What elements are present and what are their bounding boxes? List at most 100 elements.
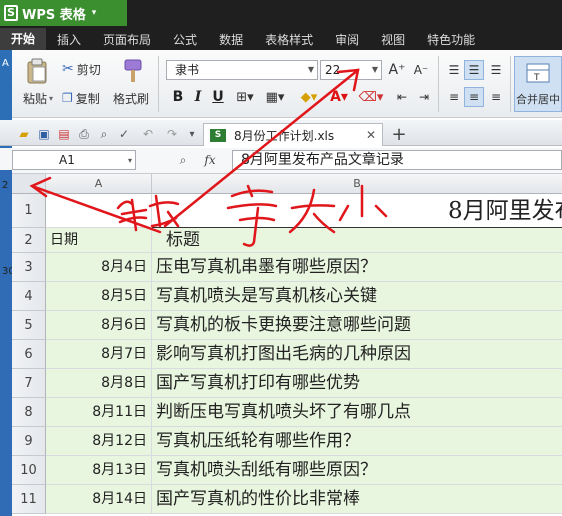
tab-page-layout[interactable]: 页面布局 (92, 31, 162, 48)
decrease-indent-button[interactable]: ⇤ (392, 87, 412, 107)
cell-date[interactable]: 8月7日 (46, 340, 152, 369)
cut-button[interactable]: ✂ 剪切 (62, 60, 101, 78)
cell-date[interactable]: 8月5日 (46, 282, 152, 311)
cell-date[interactable]: 8月11日 (46, 398, 152, 427)
underline-button[interactable]: U (208, 87, 228, 107)
tab-data[interactable]: 数据 (208, 31, 254, 48)
row-header[interactable]: 10 (12, 456, 46, 485)
row-header[interactable]: 8 (12, 398, 46, 427)
print-preview-icon[interactable]: ⌕ (96, 126, 112, 142)
close-icon[interactable]: ✕ (366, 128, 376, 142)
cell-title[interactable]: 压电写真机串墨有哪些原因？ (152, 253, 562, 282)
borders-button[interactable]: ⊞▾ (232, 87, 258, 107)
copy-label: 复制 (75, 91, 100, 106)
clear-format-button[interactable]: ⌫▾ (358, 87, 384, 107)
row-header[interactable]: 7 (12, 369, 46, 398)
cell-title[interactable]: 判断压电写真机喷头坏了有哪几点 (152, 398, 562, 427)
column-header-b[interactable]: B (152, 174, 562, 194)
zoom-icon[interactable]: ⌕ (174, 151, 192, 169)
cell-title[interactable]: 写真机的板卡更换要注意哪些问题 (152, 311, 562, 340)
wps-logo-icon: S (4, 5, 18, 21)
formula-input[interactable]: 8月阿里发布产品文章记录 (232, 150, 562, 170)
align-center-button[interactable]: ≡ (464, 87, 484, 107)
row-header[interactable]: 1 (12, 194, 46, 228)
align-top-button[interactable]: ☰ (444, 60, 464, 80)
header-cell-title[interactable]: 标题 (152, 228, 562, 253)
row-header[interactable]: 5 (12, 311, 46, 340)
app-menu-button[interactable]: S WPS 表格 ▾ (0, 0, 127, 26)
tab-special[interactable]: 特色功能 (416, 31, 486, 48)
italic-button[interactable]: I (188, 87, 208, 107)
increase-indent-button[interactable]: ⇥ (414, 87, 434, 107)
cell-title[interactable]: 写真机喷头刮纸有哪些原因？ (152, 456, 562, 485)
export-pdf-icon[interactable]: ▤ (56, 126, 72, 142)
cell-title[interactable]: 国产写真机的性价比非常棒 (152, 485, 562, 514)
font-name-select[interactable]: 隶书 ▼ (166, 60, 318, 80)
copy-button[interactable]: ❐ 复制 (62, 89, 100, 107)
cell-date[interactable]: 8月8日 (46, 369, 152, 398)
eraser-icon: ⌫▾ (358, 89, 384, 105)
tab-insert[interactable]: 插入 (46, 31, 92, 48)
table-style-icon: ▦▾ (265, 89, 285, 105)
increase-font-button[interactable]: A⁺ (388, 60, 406, 80)
cell-date[interactable]: 8月6日 (46, 311, 152, 340)
cell-date[interactable]: 8月4日 (46, 253, 152, 282)
cell-date[interactable]: 8月12日 (46, 427, 152, 456)
cell-date[interactable]: 8月13日 (46, 456, 152, 485)
cell-title[interactable]: 写真机喷头是写真机核心关键 (152, 282, 562, 311)
column-header-a[interactable]: A (46, 174, 152, 194)
chevron-down-icon: ▾ (127, 156, 132, 165)
font-name-value: 隶书 (175, 63, 200, 77)
font-size-select[interactable]: 22 ▼ (320, 60, 382, 80)
tab-table-styles[interactable]: 表格样式 (254, 31, 324, 48)
plus-icon: + (391, 123, 407, 145)
cell-date[interactable] (46, 194, 152, 228)
print-icon[interactable]: ⎙ (76, 126, 92, 142)
cell-title[interactable]: 影响写真机打图出毛病的几种原因 (152, 340, 562, 369)
customize-icon[interactable]: ▾ (186, 126, 198, 142)
redo-icon[interactable]: ↷ (164, 126, 180, 142)
align-right-button[interactable]: ≡ (486, 87, 506, 107)
spellcheck-icon[interactable]: ✓ (116, 126, 132, 142)
format-painter-button[interactable] (116, 56, 150, 86)
name-box-value: A1 (59, 153, 75, 167)
row-header[interactable]: 11 (12, 485, 46, 514)
open-icon[interactable]: ▰ (16, 126, 32, 142)
file-tab[interactable]: S 8月份工作计划.xls ✕ (203, 123, 383, 146)
row-header[interactable]: 3 (12, 253, 46, 282)
cell-title[interactable]: 写真机压纸轮有哪些作用？ (152, 427, 562, 456)
bold-button[interactable]: B (168, 87, 188, 107)
spreadsheet-file-icon: S (210, 128, 226, 142)
cell-title[interactable]: 国产写真机打印有哪些优势 (152, 369, 562, 398)
merge-center-button[interactable]: T 合并居中 (514, 56, 562, 112)
function-button[interactable]: fx (200, 151, 220, 169)
file-tab-label: 8月份工作计划.xls (234, 128, 335, 143)
align-bottom-button[interactable]: ☰ (486, 60, 506, 80)
tab-view[interactable]: 视图 (370, 31, 416, 48)
desktop-strip (0, 170, 12, 516)
row-header[interactable]: 2 (12, 228, 46, 253)
row-header[interactable]: 9 (12, 427, 46, 456)
paste-button[interactable] (22, 56, 52, 86)
align-middle-button[interactable]: ☰ (464, 60, 484, 80)
paste-dropdown-icon[interactable]: ▾ (46, 91, 56, 105)
align-left-button[interactable]: ≡ (444, 87, 464, 107)
sheet-title-cell[interactable]: 8月阿里发布产品文章记录 (152, 194, 562, 228)
row-header[interactable]: 4 (12, 282, 46, 311)
font-color-button[interactable]: A▾ (326, 87, 352, 107)
undo-icon[interactable]: ↶ (140, 126, 156, 142)
header-cell-date[interactable]: 日期 (46, 228, 152, 253)
name-box[interactable]: A1 ▾ (12, 150, 136, 170)
cell-style-button[interactable]: ▦▾ (262, 87, 288, 107)
decrease-font-button[interactable]: A⁻ (412, 60, 430, 80)
cell-date[interactable]: 8月14日 (46, 485, 152, 514)
brush-icon (124, 59, 142, 82)
tab-formulas[interactable]: 公式 (162, 31, 208, 48)
tab-review[interactable]: 审阅 (324, 31, 370, 48)
save-icon[interactable]: ▣ (36, 126, 52, 142)
fill-color-button[interactable]: ◆▾ (296, 87, 322, 107)
new-tab-button[interactable]: + (390, 123, 408, 145)
select-all-corner[interactable] (12, 174, 46, 194)
row-header[interactable]: 6 (12, 340, 46, 369)
tab-home[interactable]: 开始 (0, 28, 47, 50)
